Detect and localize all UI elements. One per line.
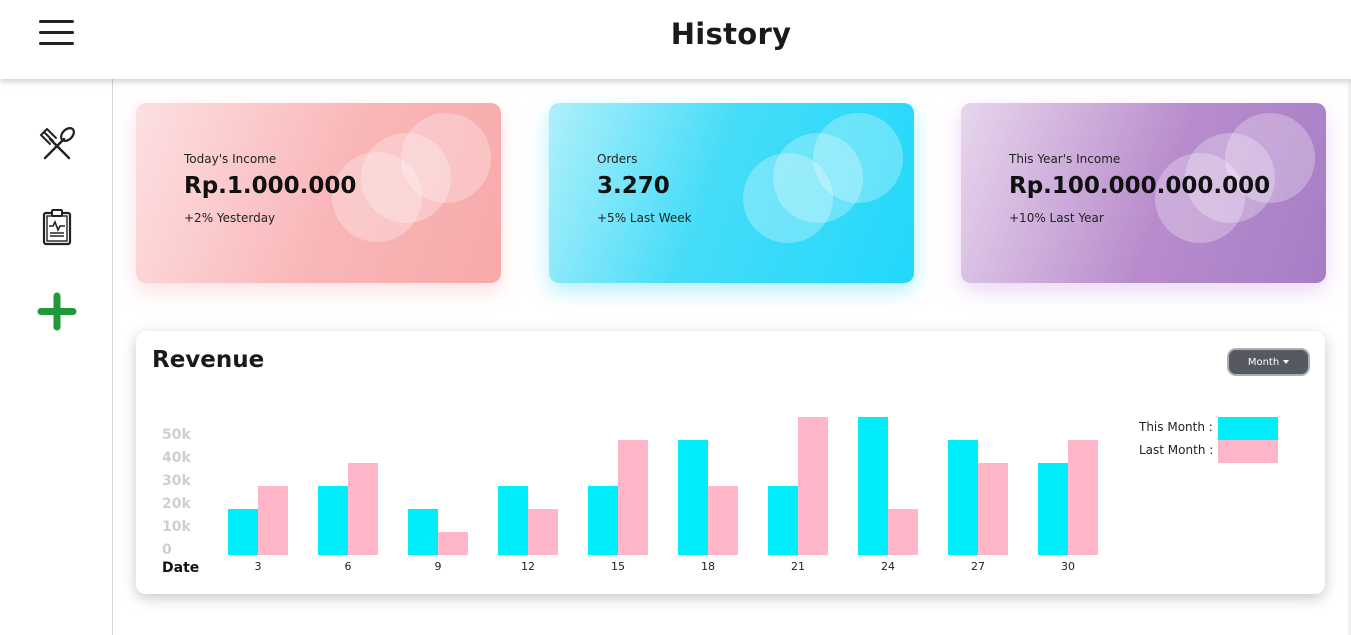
x-tick-label: 15 bbox=[611, 560, 625, 573]
plus-icon bbox=[37, 292, 77, 331]
bar-last-month-24 bbox=[888, 509, 918, 555]
todays-income-card: Today's Income Rp.1.000.000 +2% Yesterda… bbox=[136, 103, 501, 283]
yearly-income-card: This Year's Income Rp.100.000.000.000 +1… bbox=[961, 103, 1326, 283]
card-value: 3.270 bbox=[597, 173, 670, 199]
bar-last-month-15 bbox=[618, 440, 648, 555]
card-change: +2% Yesterday bbox=[184, 211, 276, 225]
y-tick-label: 20k bbox=[162, 496, 191, 512]
utensils-icon bbox=[40, 127, 75, 160]
x-axis-label: Date bbox=[162, 560, 199, 576]
x-tick-label: 3 bbox=[255, 560, 262, 573]
clipboard-icon bbox=[42, 209, 72, 246]
x-tick-label: 27 bbox=[971, 560, 985, 573]
orders-card: Orders 3.270 +5% Last Week bbox=[549, 103, 914, 283]
y-tick-label: 50k bbox=[162, 427, 191, 443]
x-tick-label: 21 bbox=[791, 560, 805, 573]
legend-swatch-this-month bbox=[1218, 417, 1278, 440]
page-title: History bbox=[670, 17, 792, 51]
main-content: Today's Income Rp.1.000.000 +2% Yesterda… bbox=[114, 79, 1348, 635]
sidebar-item-menu[interactable] bbox=[37, 124, 77, 164]
bar-this-month-18 bbox=[678, 440, 708, 555]
bar-last-month-21 bbox=[798, 417, 828, 555]
sidebar-item-report[interactable] bbox=[37, 207, 77, 247]
bar-last-month-3 bbox=[258, 486, 288, 555]
card-value: Rp.1.000.000 bbox=[184, 173, 357, 199]
x-tick-label: 9 bbox=[435, 560, 442, 573]
legend-swatch-last-month bbox=[1218, 440, 1278, 463]
y-tick-label: 10k bbox=[162, 519, 191, 535]
bar-this-month-12 bbox=[498, 486, 528, 555]
x-tick-label: 12 bbox=[521, 560, 535, 573]
x-tick-label: 24 bbox=[881, 560, 895, 573]
legend-label-last-month: Last Month : bbox=[1139, 443, 1214, 457]
y-tick-label: 40k bbox=[162, 450, 191, 466]
card-label: Orders bbox=[597, 152, 638, 166]
bar-this-month-24 bbox=[858, 417, 888, 555]
bar-this-month-27 bbox=[948, 440, 978, 555]
bar-this-month-15 bbox=[588, 486, 618, 555]
bar-last-month-6 bbox=[348, 463, 378, 555]
y-tick-label: 30k bbox=[162, 473, 191, 489]
x-tick-label: 30 bbox=[1061, 560, 1075, 573]
card-change: +5% Last Week bbox=[597, 211, 692, 225]
card-label: This Year's Income bbox=[1009, 152, 1121, 166]
bar-last-month-12 bbox=[528, 509, 558, 555]
y-tick-label: 0 bbox=[162, 542, 172, 558]
card-change: +10% Last Year bbox=[1009, 211, 1104, 225]
legend-label-this-month: This Month : bbox=[1139, 420, 1213, 434]
bar-last-month-18 bbox=[708, 486, 738, 555]
bar-this-month-9 bbox=[408, 509, 438, 555]
revenue-panel: Revenue Month 0 10k 20k 30k 40k 50k 3 6 9 12 15 18 2… bbox=[136, 331, 1325, 594]
top-bar: History bbox=[0, 0, 1351, 79]
card-label: Today's Income bbox=[184, 152, 277, 166]
bar-last-month-27 bbox=[978, 463, 1008, 555]
bar-last-month-30 bbox=[1068, 440, 1098, 555]
decorative-circle bbox=[813, 113, 903, 203]
card-value: Rp.100.000.000.000 bbox=[1009, 173, 1271, 199]
add-button[interactable] bbox=[37, 291, 77, 331]
bar-this-month-3 bbox=[228, 509, 258, 555]
bar-last-month-9 bbox=[438, 532, 468, 555]
bar-this-month-6 bbox=[318, 486, 348, 555]
x-tick-label: 18 bbox=[701, 560, 715, 573]
revenue-bar-chart: 0 10k 20k 30k 40k 50k 3 6 9 12 15 18 21 24 27 30 Date bbox=[162, 417, 1098, 576]
decorative-circle bbox=[401, 113, 491, 203]
bar-this-month-30 bbox=[1038, 463, 1068, 555]
x-tick-label: 6 bbox=[345, 560, 352, 573]
sidebar bbox=[0, 79, 113, 635]
bar-this-month-21 bbox=[768, 486, 798, 555]
